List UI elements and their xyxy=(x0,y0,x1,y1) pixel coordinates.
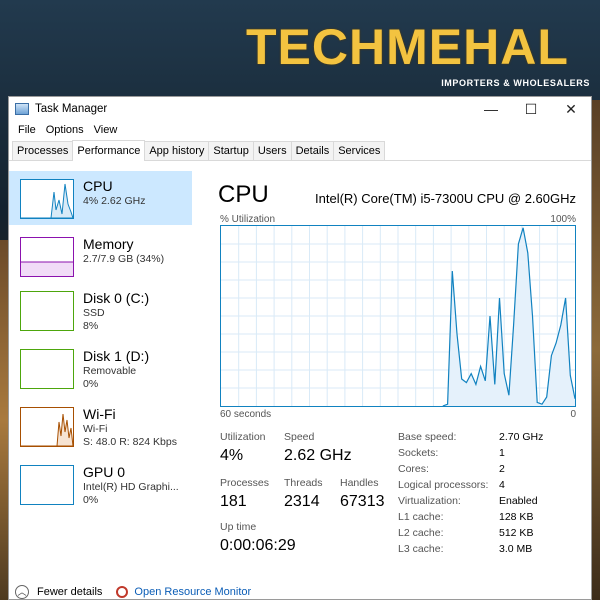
uptime-value: 0:00:06:29 xyxy=(220,537,296,554)
tab-processes[interactable]: Processes xyxy=(12,141,74,160)
spec-l2-value: 512 KB xyxy=(499,527,534,539)
cpu-utilization-graph xyxy=(220,225,576,407)
spec-virtualization-label: Virtualization: xyxy=(398,495,461,507)
sidebar-memory-detail: 2.7/7.9 GB (34%) xyxy=(83,253,165,265)
maximize-button[interactable]: ☐ xyxy=(511,97,551,121)
footer-bar: ︿ Fewer details Open Resource Monitor xyxy=(9,583,593,600)
open-resource-monitor-link[interactable]: Open Resource Monitor xyxy=(134,586,251,598)
threads-label: Threads xyxy=(284,477,323,489)
tab-startup[interactable]: Startup xyxy=(208,141,254,160)
brand-logo: TECHMEHAL IMPORTERS & WHOLESALERS xyxy=(246,14,596,94)
sidebar-cpu-name: CPU xyxy=(83,178,113,194)
sidebar-cpu-detail: 4% 2.62 GHz xyxy=(83,195,146,207)
disk0-thumbnail-graph xyxy=(20,291,74,331)
menu-options[interactable]: Options xyxy=(41,124,89,136)
sidebar-disk0-name: Disk 0 (C:) xyxy=(83,290,150,306)
spec-l1-label: L1 cache: xyxy=(398,511,444,523)
spec-l3-label: L3 cache: xyxy=(398,543,444,555)
graph-y-label: % Utilization xyxy=(220,214,276,225)
graph-x-label: 60 seconds xyxy=(220,409,272,420)
spec-base-speed-value: 2.70 GHz xyxy=(499,431,544,443)
close-button[interactable]: ✕ xyxy=(551,97,591,121)
speed-value: 2.62 GHz xyxy=(284,447,352,464)
sidebar-gpu-name: GPU 0 xyxy=(83,464,126,480)
menu-view[interactable]: View xyxy=(89,124,123,136)
sidebar-disk1-type: Removable xyxy=(83,365,137,377)
spec-cores-label: Cores: xyxy=(398,463,429,475)
sidebar-wifi-throughput: S: 48.0 R: 824 Kbps xyxy=(83,436,177,448)
chevron-up-icon[interactable]: ︿ xyxy=(15,585,29,599)
speed-label: Speed xyxy=(284,431,315,443)
graph-y-max: 100% xyxy=(550,214,576,225)
sidebar-item-disk0[interactable]: Disk 0 (C:) SSD 8% xyxy=(9,283,192,337)
spec-base-speed-label: Base speed: xyxy=(398,431,457,443)
wifi-thumbnail-graph xyxy=(20,407,74,447)
spec-l2-label: L2 cache: xyxy=(398,527,444,539)
cpu-detail-panel: CPU Intel(R) Core(TM) i5-7300U CPU @ 2.6… xyxy=(210,177,580,587)
sidebar-wifi-type: Wi-Fi xyxy=(83,423,108,435)
spec-cores-value: 2 xyxy=(499,463,505,475)
utilization-value: 4% xyxy=(220,447,244,464)
sidebar-disk1-name: Disk 1 (D:) xyxy=(83,348,150,364)
spec-virtualization-value: Enabled xyxy=(499,495,538,507)
spec-logical-label: Logical processors: xyxy=(398,479,489,491)
tab-details[interactable]: Details xyxy=(290,141,335,160)
window-title: Task Manager xyxy=(35,103,108,115)
logo-tagline: IMPORTERS & WHOLESALERS xyxy=(441,78,590,88)
tab-users[interactable]: Users xyxy=(252,141,292,160)
sidebar-gpu-usage: 0% xyxy=(83,494,99,506)
disk1-thumbnail-graph xyxy=(20,349,74,389)
sidebar-disk1-usage: 0% xyxy=(83,378,99,390)
title-bar[interactable]: Task Manager — ☐ ✕ xyxy=(9,97,591,121)
uptime-label: Up time xyxy=(220,521,257,533)
tab-app-history[interactable]: App history xyxy=(144,141,210,160)
sidebar-item-gpu[interactable]: GPU 0 Intel(R) HD Graphi... 0% xyxy=(9,457,192,511)
minimize-button[interactable]: — xyxy=(471,97,511,121)
sidebar-disk0-type: SSD xyxy=(83,307,105,319)
sidebar-item-wifi[interactable]: Wi-Fi Wi-Fi S: 48.0 R: 824 Kbps xyxy=(9,399,192,453)
spec-logical-value: 4 xyxy=(499,479,505,491)
cpu-thumbnail-graph xyxy=(20,179,74,219)
spec-sockets-value: 1 xyxy=(499,447,505,459)
handles-value: 67313 xyxy=(340,493,385,510)
threads-value: 2314 xyxy=(284,493,320,510)
spec-l3-value: 3.0 MB xyxy=(499,543,533,555)
spec-l1-value: 128 KB xyxy=(499,511,534,523)
sidebar-item-cpu[interactable]: CPU 4% 2.62 GHz xyxy=(9,171,192,225)
handles-label: Handles xyxy=(340,477,379,489)
resource-sidebar: CPU 4% 2.62 GHz Memory 2.7/7.9 GB (34%) … xyxy=(9,171,192,581)
tab-services[interactable]: Services xyxy=(333,141,386,160)
logo-wordmark: TECHMEHAL xyxy=(246,19,569,75)
cpu-model: Intel(R) Core(TM) i5-7300U CPU @ 2.60GHz xyxy=(315,191,576,206)
tab-bar: Processes Performance App history Startu… xyxy=(9,139,591,161)
sidebar-disk0-usage: 8% xyxy=(83,320,99,332)
menu-file[interactable]: File xyxy=(13,124,41,136)
sidebar-item-memory[interactable]: Memory 2.7/7.9 GB (34%) xyxy=(9,229,192,283)
utilization-label: Utilization xyxy=(220,431,266,443)
memory-thumbnail-graph xyxy=(20,237,74,277)
sidebar-item-disk1[interactable]: Disk 1 (D:) Removable 0% xyxy=(9,341,192,395)
sidebar-wifi-name: Wi-Fi xyxy=(83,406,116,422)
sidebar-gpu-model: Intel(R) HD Graphi... xyxy=(83,481,179,493)
task-manager-window: Task Manager — ☐ ✕ File Options View Pro… xyxy=(8,96,592,600)
sidebar-memory-name: Memory xyxy=(83,236,134,252)
menu-bar: File Options View xyxy=(9,121,591,139)
processes-label: Processes xyxy=(220,477,270,489)
graph-x-zero: 0 xyxy=(570,409,576,420)
task-manager-icon xyxy=(15,103,29,115)
gpu-thumbnail-graph xyxy=(20,465,74,505)
resource-monitor-icon xyxy=(116,586,129,598)
tab-performance[interactable]: Performance xyxy=(72,140,146,161)
page-title: CPU xyxy=(218,181,269,208)
spec-sockets-label: Sockets: xyxy=(398,447,439,459)
fewer-details-link[interactable]: Fewer details xyxy=(37,586,102,598)
processes-value: 181 xyxy=(220,493,247,510)
